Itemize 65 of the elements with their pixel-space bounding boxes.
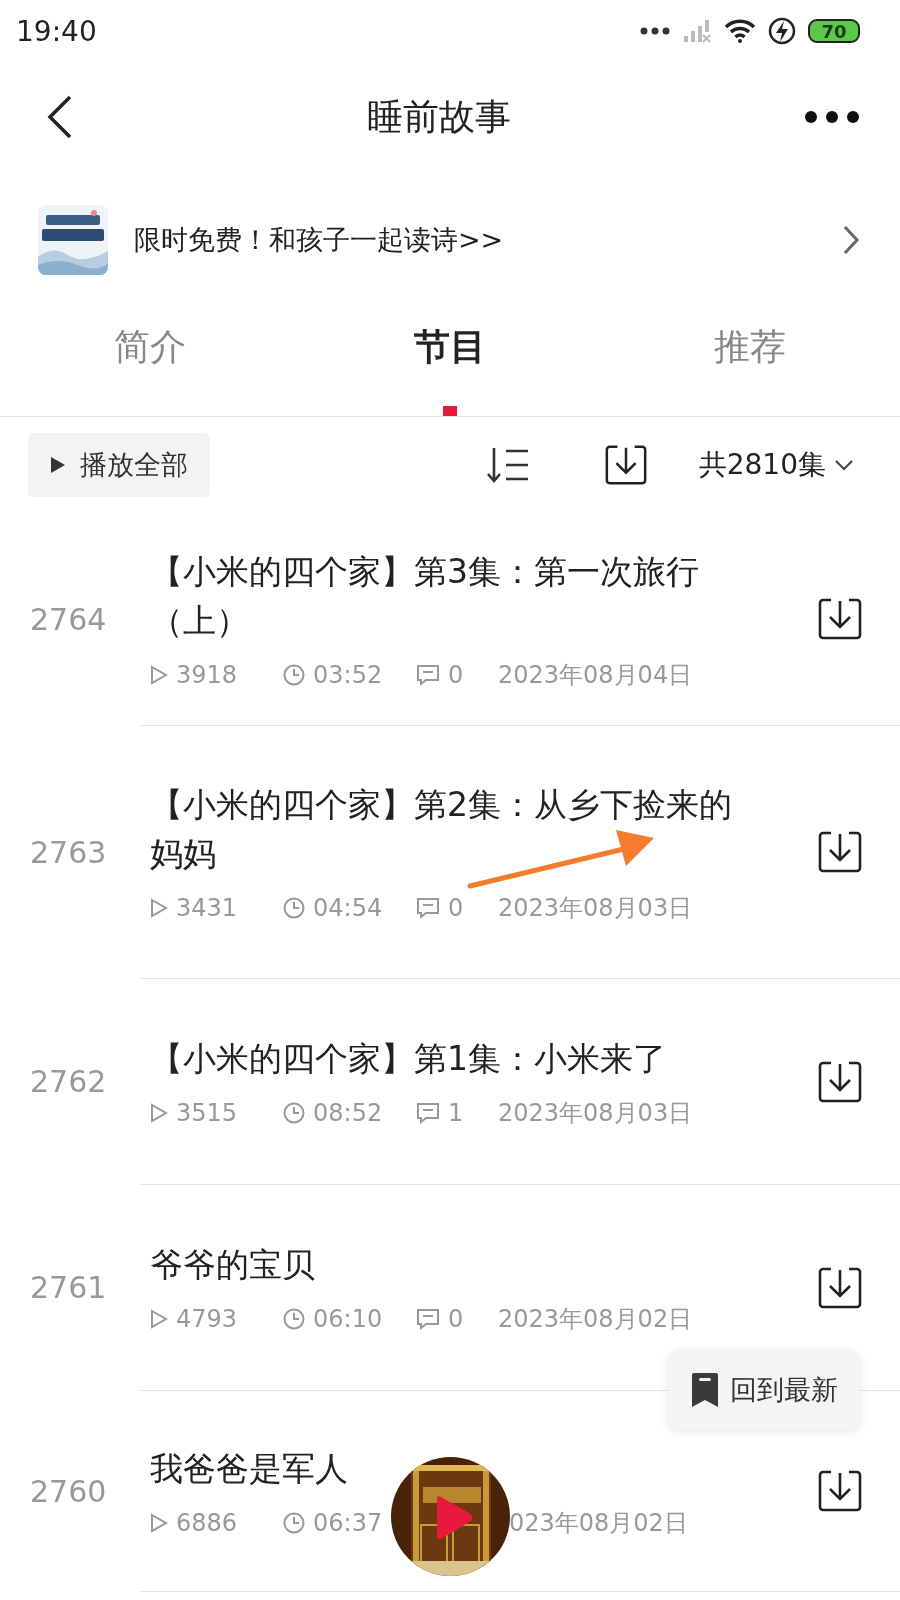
status-time: 19:40 <box>16 14 97 48</box>
play-count-icon <box>150 898 168 918</box>
play-count: 3918 <box>176 661 238 689</box>
episode-title[interactable]: 【小米的四个家】第2集：从乡下捡来的妈妈 <box>150 780 760 878</box>
comment-icon <box>416 664 440 686</box>
signal-icon <box>682 18 712 44</box>
clock-icon <box>283 897 305 919</box>
sort-button[interactable] <box>484 445 531 485</box>
play-count-icon <box>150 665 168 685</box>
comment-count: 0 <box>448 1305 464 1333</box>
episode-title[interactable]: 我爸爸是军人 <box>150 1443 760 1493</box>
play-icon <box>50 456 66 474</box>
play-count: 6886 <box>176 1508 238 1537</box>
tab[interactable]: 节目 <box>300 278 600 416</box>
comment-count: 0 <box>448 894 464 922</box>
episode-title[interactable]: 【小米的四个家】第3集：第一次旅行（上） <box>150 547 760 645</box>
more-button[interactable] <box>804 110 860 124</box>
publish-date: 2023年08月03日 <box>498 1098 694 1129</box>
episode-title[interactable]: 【小米的四个家】第1集：小米来了 <box>150 1034 760 1083</box>
charging-icon <box>768 17 796 45</box>
play-icon[interactable] <box>434 1495 474 1541</box>
back-to-latest-button[interactable]: 回到最新 <box>668 1350 860 1430</box>
play-all-button[interactable]: 播放全部 <box>28 433 210 497</box>
bookmark-icon <box>690 1372 720 1408</box>
play-count: 3431 <box>176 894 238 922</box>
wifi-icon <box>724 18 756 44</box>
tab[interactable]: 简介 <box>0 278 300 416</box>
chevron-down-icon <box>834 459 854 471</box>
page-title: 睡前故事 <box>367 94 511 139</box>
play-count: 3515 <box>176 1099 238 1127</box>
comment-icon <box>416 1308 440 1330</box>
clock-icon <box>283 664 305 686</box>
publish-date: 2023年08月04日 <box>498 660 694 691</box>
episode-number: 2761 <box>30 1270 107 1305</box>
duration: 03:52 <box>313 661 383 689</box>
episode-number: 2764 <box>30 601 107 637</box>
clock-icon <box>283 1102 305 1124</box>
clock-icon <box>283 1511 305 1534</box>
episode-number: 2760 <box>30 1473 107 1509</box>
episode-count-dropdown[interactable]: 共2810集 <box>698 446 854 484</box>
episode-title[interactable]: 爷爷的宝贝 <box>150 1240 760 1289</box>
publish-date: 023年08月02日 <box>508 1507 689 1539</box>
comment-icon <box>416 1102 440 1124</box>
battery-icon: 70 <box>808 19 860 43</box>
chevron-right-icon[interactable] <box>842 224 860 256</box>
comment-count: 0 <box>448 661 464 689</box>
clock-icon <box>283 1308 305 1330</box>
comment-count: 1 <box>448 1099 464 1127</box>
play-count-icon <box>150 1309 168 1329</box>
publish-date: 2023年08月02日 <box>498 1304 694 1335</box>
play-count-icon <box>150 1103 168 1123</box>
duration: 06:10 <box>313 1305 383 1333</box>
tab[interactable]: 推荐 <box>600 278 900 416</box>
tab-indicator <box>443 406 457 416</box>
episode-number: 2763 <box>30 834 107 870</box>
play-count: 4793 <box>176 1305 238 1333</box>
promo-link[interactable]: 限时免费！和孩子一起读诗>> <box>134 222 816 258</box>
play-count-icon <box>150 1512 168 1533</box>
duration: 08:52 <box>313 1099 383 1127</box>
publish-date: 2023年08月03日 <box>498 893 694 924</box>
duration: 04:54 <box>313 894 383 922</box>
more-dots-icon <box>640 27 670 35</box>
duration: 06:37 <box>313 1508 383 1537</box>
comment-icon <box>416 897 440 919</box>
episode-number: 2762 <box>30 1064 107 1099</box>
